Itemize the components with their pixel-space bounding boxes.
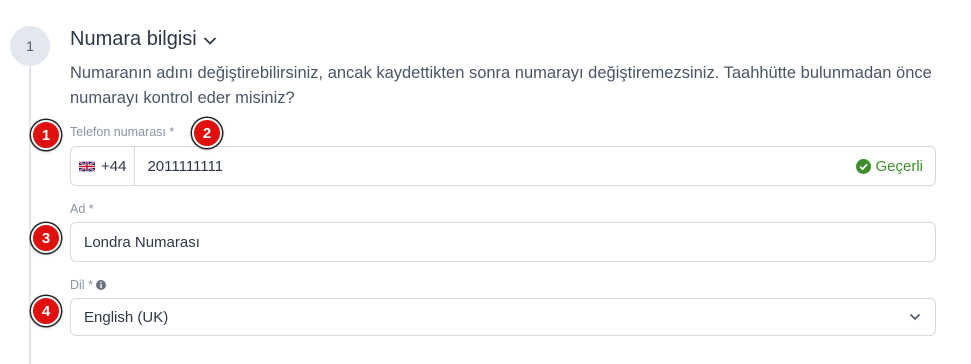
annotation-badge-1: 1 [31, 120, 61, 150]
validation-status-text: Geçerli [875, 157, 923, 175]
chevron-down-icon [203, 36, 216, 45]
phone-field: +44 2011111111 Geçerli [70, 146, 936, 186]
phone-label: Telefon numarası * [70, 125, 174, 139]
badge-number: 4 [41, 302, 51, 320]
language-selected-value: English (UK) [84, 308, 169, 326]
check-circle-icon [856, 158, 872, 174]
annotation-badge-3: 3 [31, 223, 61, 253]
section-title: Numara bilgisi [70, 28, 197, 50]
language-label-text: Dil * [70, 278, 93, 292]
info-icon[interactable] [95, 280, 106, 290]
name-label-text: Ad * [70, 202, 94, 216]
name-label: Ad * [70, 202, 94, 216]
section-description: Numaranın adını değiştirebilirsiniz, anc… [70, 64, 932, 107]
badge-number: 1 [41, 126, 51, 144]
name-input[interactable]: Londra Numarası [71, 234, 935, 251]
country-code-selector[interactable]: +44 [71, 147, 136, 185]
language-select[interactable]: English (UK) [70, 298, 936, 336]
annotation-badge-4: 4 [31, 296, 61, 326]
section-header-toggle[interactable]: Numara bilgisi [70, 28, 217, 51]
name-field: Londra Numarası [70, 222, 936, 262]
badge-number: 2 [202, 124, 212, 142]
phone-number-input[interactable]: 2011111111 [135, 158, 856, 175]
step-number-circle: 1 [10, 26, 50, 66]
language-label: Dil * [70, 278, 106, 292]
badge-number: 3 [41, 229, 51, 247]
step-number: 1 [26, 38, 34, 54]
step-connector-line [29, 64, 31, 364]
phone-label-text: Telefon numarası * [70, 125, 175, 139]
dial-code: +44 [101, 157, 127, 175]
validation-status: Geçerli [856, 158, 935, 175]
uk-flag-icon [79, 160, 95, 172]
chevron-down-icon [909, 313, 921, 321]
annotation-badge-2: 2 [192, 118, 222, 148]
